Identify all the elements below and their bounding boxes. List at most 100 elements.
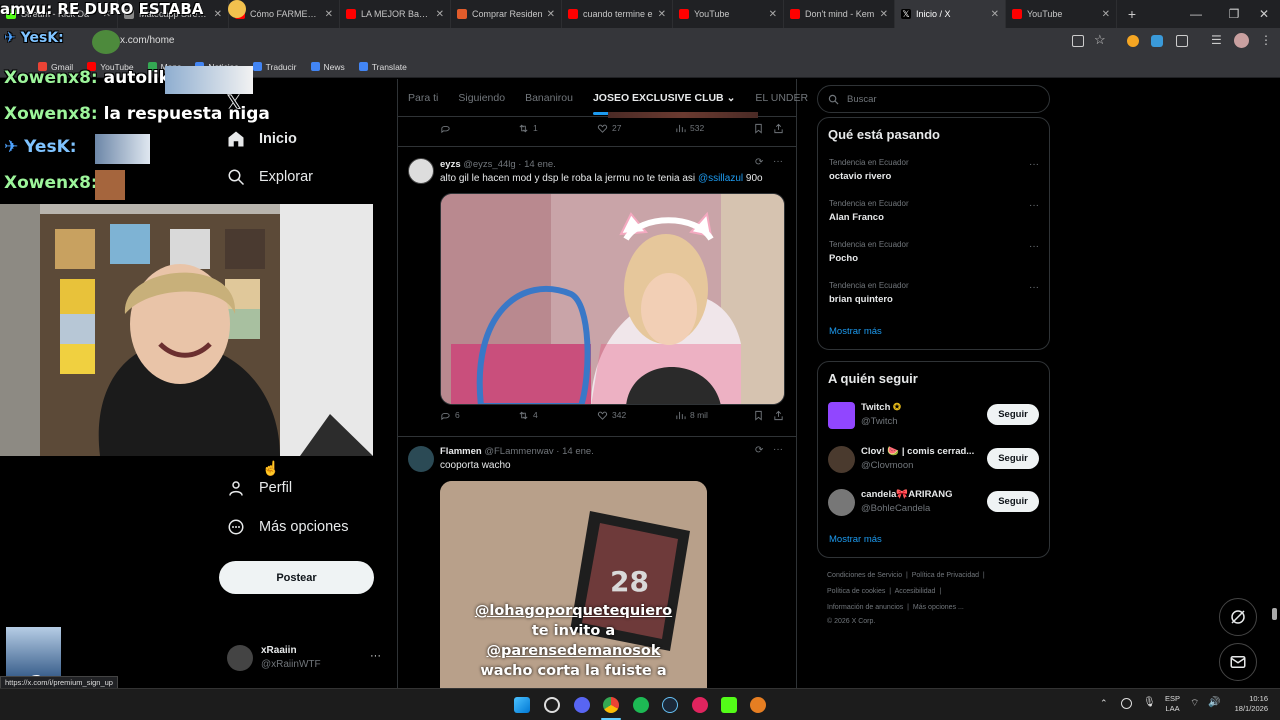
search-input[interactable]: Buscar — [817, 85, 1050, 113]
like-button[interactable]: 342 — [597, 410, 626, 421]
browser-tab[interactable]: cuando termine e ✕ — [562, 0, 673, 28]
extension-icon[interactable] — [1127, 35, 1139, 47]
browser-menu-icon[interactable]: ⋮ — [1260, 33, 1272, 47]
scrollbar-thumb[interactable] — [1272, 608, 1277, 620]
address-bar[interactable]: x.com/home — [120, 35, 174, 46]
tab-para-ti[interactable]: Para ti — [398, 79, 448, 117]
like-button[interactable]: 27 — [597, 123, 621, 134]
footer-link[interactable]: Accesibilidad — [895, 588, 936, 595]
post-button[interactable]: Postear — [219, 561, 374, 594]
bookmark-translate-en[interactable]: Translate — [358, 62, 407, 72]
grok-icon[interactable]: ⟳ — [755, 445, 763, 456]
account-avatar[interactable] — [227, 645, 253, 671]
clock[interactable]: 10:16 18/1/2026 — [1228, 694, 1268, 714]
bookmark-button[interactable] — [753, 123, 764, 134]
trend-item[interactable]: Alan Franco — [829, 212, 884, 223]
nav-home[interactable]: Inicio — [227, 130, 297, 148]
microphone-icon[interactable]: 🎙 — [1143, 697, 1156, 708]
footer-link[interactable]: Política de Privacidad — [912, 572, 979, 579]
close-tab-icon[interactable]: ✕ — [769, 9, 777, 20]
trend-more-icon[interactable]: ··· — [1029, 200, 1039, 211]
nav-explore[interactable]: Explorar — [227, 168, 313, 186]
footer-link[interactable]: Política de cookies — [827, 588, 885, 595]
tweet-media-image[interactable]: 28 @lohagoporquetequiero te invito a @pa… — [440, 481, 707, 688]
grok-icon[interactable]: ⟳ — [755, 157, 763, 168]
trend-item[interactable]: octavio rivero — [829, 171, 891, 182]
trend-item[interactable]: Pocho — [829, 253, 858, 264]
views-button[interactable]: 532 — [675, 123, 704, 134]
bookmark-translate[interactable]: Traducir — [252, 62, 297, 72]
chrome-icon[interactable] — [603, 697, 619, 713]
install-app-icon[interactable] — [1072, 35, 1084, 47]
follow-button[interactable]: Seguir — [987, 448, 1039, 469]
extensions-puzzle-icon[interactable] — [1176, 35, 1188, 47]
reading-list-icon[interactable]: ☰ — [1211, 33, 1222, 47]
browser-tab[interactable]: LA MEJOR Base C ✕ — [340, 0, 451, 28]
mention-link[interactable]: @ssillazul — [698, 173, 743, 184]
share-button[interactable] — [773, 410, 784, 421]
follow-suggestion-name[interactable]: candela🎀ARIRANG — [861, 489, 953, 500]
browser-tab[interactable]: Cómo FARMEAR C✕ — [229, 0, 340, 28]
reply-button[interactable] — [440, 123, 451, 134]
footer-link[interactable]: Condiciones de Servicio — [827, 572, 902, 579]
bookmark-news-en[interactable]: News — [310, 62, 345, 72]
steam-icon[interactable] — [662, 697, 678, 713]
tweet-more-icon[interactable]: ··· — [773, 156, 783, 167]
follow-suggestion-name[interactable]: Twitch ✪ — [861, 402, 901, 413]
volume-icon[interactable]: 🔊 — [1208, 697, 1220, 708]
browser-tab-active[interactable]: 𝕏 Inicio / X ✕ — [895, 0, 1006, 28]
share-button[interactable] — [773, 123, 784, 134]
windows-start-icon[interactable] — [514, 697, 530, 713]
who-show-more-link[interactable]: Mostrar más — [829, 534, 882, 545]
tray-chevron-icon[interactable]: ⌃ — [1100, 698, 1108, 709]
nav-profile[interactable]: Perfil — [227, 479, 292, 497]
app-icon[interactable] — [692, 697, 708, 713]
minimize-button[interactable]: — — [1180, 0, 1212, 28]
tweet-author-avatar[interactable] — [408, 446, 434, 472]
close-window-button[interactable]: ✕ — [1248, 0, 1280, 28]
profile-avatar[interactable] — [1234, 33, 1249, 48]
tab-el-under[interactable]: EL UNDER — [745, 79, 818, 117]
discord-icon[interactable] — [574, 697, 590, 713]
follow-button[interactable]: Seguir — [987, 404, 1039, 425]
follow-suggestion-avatar[interactable] — [828, 489, 855, 516]
app-icon[interactable] — [750, 697, 766, 713]
trend-more-icon[interactable]: ··· — [1029, 282, 1039, 293]
tweet-media-image[interactable] — [440, 193, 785, 405]
repost-button[interactable]: 4 — [518, 410, 538, 421]
wifi-icon[interactable]: ⌔ — [1190, 697, 1199, 710]
trend-more-icon[interactable]: ··· — [1029, 241, 1039, 252]
close-tab-icon[interactable]: ✕ — [880, 9, 888, 20]
follow-suggestion-avatar[interactable] — [828, 446, 855, 473]
kick-icon[interactable] — [721, 697, 737, 713]
trend-item[interactable]: brian quintero — [829, 294, 893, 305]
footer-link[interactable]: Más opciones ... — [913, 604, 964, 611]
new-tab-button[interactable]: + — [1117, 0, 1147, 28]
bookmark-button[interactable] — [753, 410, 764, 421]
browser-tab[interactable]: YouTube ✕ — [673, 0, 784, 28]
close-tab-icon[interactable]: ✕ — [436, 9, 444, 20]
footer-link[interactable]: Información de anuncios — [827, 604, 903, 611]
reply-button[interactable]: 6 — [440, 410, 460, 421]
close-tab-icon[interactable]: ✕ — [991, 9, 999, 20]
extension-icon[interactable] — [1151, 35, 1163, 47]
account-menu-icon[interactable]: ··· — [370, 650, 381, 662]
nav-more[interactable]: Más opciones — [227, 518, 348, 536]
trends-show-more-link[interactable]: Mostrar más — [829, 326, 882, 337]
close-tab-icon[interactable]: ✕ — [325, 9, 333, 20]
browser-tab[interactable]: Don't mind - Kem ✕ — [784, 0, 895, 28]
views-button[interactable]: 8 mil — [675, 410, 708, 421]
close-tab-icon[interactable]: ✕ — [214, 9, 222, 20]
repost-button[interactable]: 1 — [518, 123, 538, 134]
close-tab-icon[interactable]: ✕ — [1102, 9, 1110, 20]
tab-bananirou[interactable]: Bananirou — [515, 79, 583, 117]
trend-more-icon[interactable]: ··· — [1029, 159, 1039, 170]
follow-suggestion-name[interactable]: Clov! 🍉 | comis cerrad... — [861, 446, 981, 457]
settings-app-icon[interactable] — [544, 697, 560, 713]
tweet-author-avatar[interactable] — [408, 158, 434, 184]
close-tab-icon[interactable]: ✕ — [658, 9, 666, 20]
bookmark-star-icon[interactable]: ☆ — [1094, 32, 1106, 48]
messages-button[interactable] — [1219, 643, 1257, 681]
tab-siguiendo[interactable]: Siguiendo — [448, 79, 515, 117]
tweet-more-icon[interactable]: ··· — [773, 444, 783, 455]
